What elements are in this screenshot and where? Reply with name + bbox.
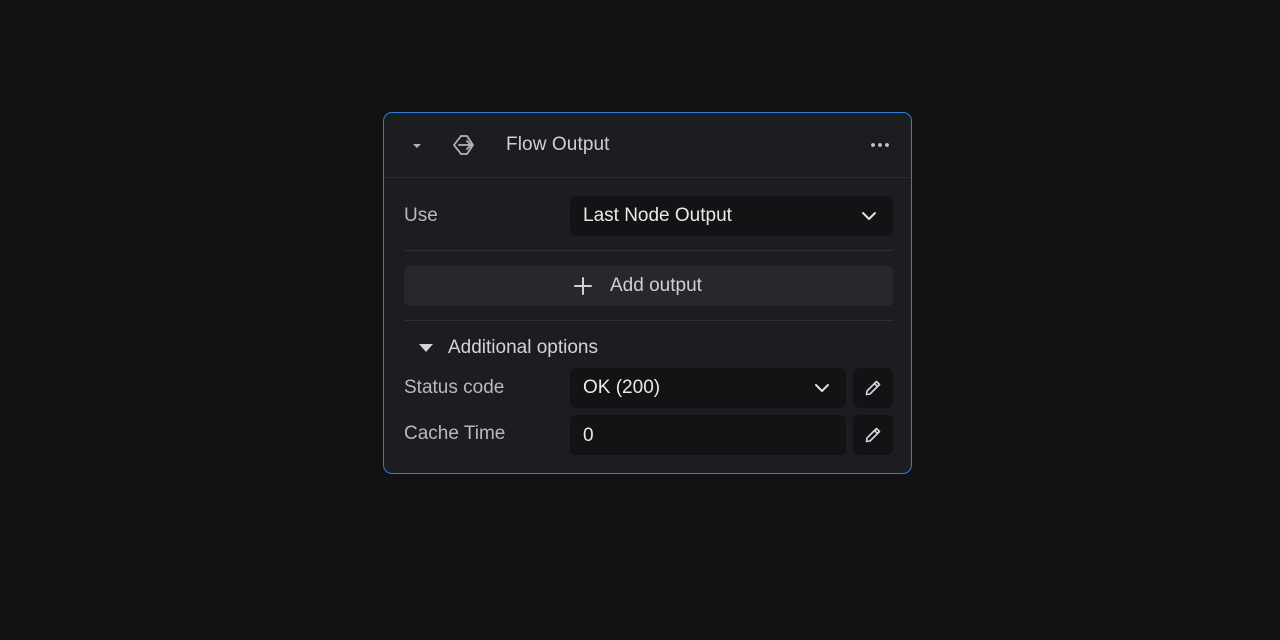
node-header: Flow Output <box>384 113 911 178</box>
status-code-value: OK (200) <box>583 377 661 398</box>
chevron-down-icon <box>815 384 829 392</box>
chevron-down-icon <box>862 212 876 220</box>
cache-time-input[interactable]: 0 <box>570 415 846 455</box>
cache-time-edit-button[interactable] <box>853 415 893 455</box>
node-title: Flow Output <box>506 134 610 155</box>
add-output-label: Add output <box>610 275 702 296</box>
additional-options-toggle[interactable]: Additional options <box>418 335 648 361</box>
flow-canvas: Flow Output Use Last Node Output Add out… <box>0 0 1280 640</box>
more-options-button[interactable] <box>867 133 893 157</box>
pencil-icon <box>865 380 881 396</box>
caret-down-icon <box>419 344 433 352</box>
divider <box>404 250 893 251</box>
more-horizontal-icon <box>871 143 889 147</box>
collapse-caret-icon[interactable] <box>411 139 423 151</box>
use-select-value: Last Node Output <box>583 205 732 226</box>
status-code-select[interactable]: OK (200) <box>570 368 846 408</box>
additional-options-label: Additional options <box>448 337 598 358</box>
plus-icon <box>574 277 592 295</box>
status-code-label: Status code <box>404 377 505 398</box>
pencil-icon <box>865 427 881 443</box>
use-select[interactable]: Last Node Output <box>570 196 893 236</box>
status-code-edit-button[interactable] <box>853 368 893 408</box>
flow-output-node[interactable]: Flow Output Use Last Node Output Add out… <box>383 112 912 474</box>
use-label: Use <box>404 205 438 226</box>
cache-time-value: 0 <box>583 425 594 446</box>
cache-time-label: Cache Time <box>404 423 506 444</box>
flow-output-icon <box>451 132 477 158</box>
divider <box>404 320 893 321</box>
add-output-button[interactable]: Add output <box>404 266 893 306</box>
